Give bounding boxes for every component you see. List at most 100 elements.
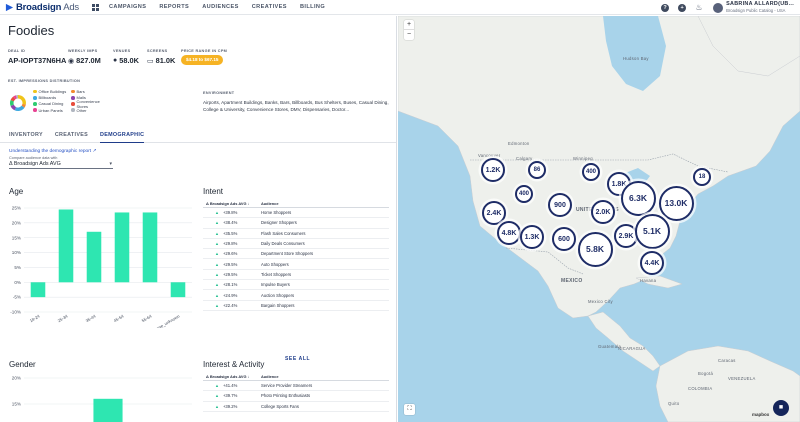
table-row[interactable]: ▲ +39.8% Home Shoppers bbox=[203, 208, 389, 219]
avatar[interactable] bbox=[713, 2, 724, 13]
bar[interactable] bbox=[93, 398, 123, 422]
trend-up-icon: ▲ bbox=[215, 220, 219, 226]
legend-swatch bbox=[71, 108, 75, 112]
deal-id-value: AP-IOPT37N6HA bbox=[8, 56, 67, 65]
trend-up-icon: ▲ bbox=[215, 383, 219, 389]
compare-label: Compare audience data with bbox=[9, 156, 58, 160]
bar[interactable] bbox=[58, 209, 74, 283]
audience-name: Flash Sales Consumers bbox=[261, 230, 306, 236]
broadsign-logo[interactable]: Broadsign Ads bbox=[5, 0, 79, 15]
legend-item: Office Buildings bbox=[33, 89, 71, 94]
nav-creatives[interactable]: CREATIVES bbox=[252, 4, 287, 10]
tab-inventory[interactable]: INVENTORY bbox=[9, 129, 43, 143]
map-place-label: NICARAGUA bbox=[618, 346, 646, 351]
mapbox-credit[interactable]: mapbox bbox=[752, 412, 769, 417]
delta-value: +39.2% bbox=[222, 403, 238, 409]
table-row[interactable]: ▲ +24.9% Auction Shoppers bbox=[203, 290, 389, 301]
venue-cluster-marker[interactable]: 13.0K bbox=[658, 185, 694, 221]
legend-label: Urban Panels bbox=[38, 107, 63, 113]
table-row[interactable]: ▲ +29.5% Ticket Shoppers bbox=[203, 270, 389, 281]
audience-name: Impulse Buyers bbox=[261, 282, 290, 288]
table-row[interactable]: ▲ +38.4% Designer Shoppers bbox=[203, 218, 389, 229]
bar[interactable] bbox=[142, 212, 158, 283]
table-row[interactable]: ▲ +39.7% Photo Printing Enthusiasts bbox=[203, 391, 389, 402]
delta-value: +38.4% bbox=[222, 220, 238, 226]
table-row[interactable]: ▲ +29.8% Daily Deals Consumers bbox=[203, 239, 389, 250]
legend-label: Other bbox=[76, 107, 87, 113]
audience-name: Ticket Shoppers bbox=[261, 271, 292, 277]
table-row[interactable]: ▲ +29.6% Department Store Shoppers bbox=[203, 249, 389, 260]
delta-value: +39.8% bbox=[222, 210, 238, 216]
table-row[interactable]: ▲ +22.4% Bargain Shoppers bbox=[203, 301, 389, 311]
bar[interactable] bbox=[170, 282, 186, 298]
tab-creatives[interactable]: CREATIVES bbox=[55, 129, 88, 143]
chat-support-button[interactable]: ■ bbox=[773, 400, 789, 416]
venue-cluster-marker[interactable]: 2.4K bbox=[482, 201, 506, 225]
nav-campaigns[interactable]: CAMPAIGNS bbox=[109, 4, 146, 10]
user-menu[interactable]: SABRINA ALLARD(UB... Broadsign Public Ca… bbox=[726, 1, 794, 13]
venue-cluster-marker[interactable]: 86 bbox=[528, 161, 546, 179]
trend-up-icon: ▲ bbox=[215, 251, 219, 257]
nav-reports[interactable]: REPORTS bbox=[159, 4, 189, 10]
nav-audiences[interactable]: AUDIENCES bbox=[202, 4, 239, 10]
venue-cluster-marker[interactable]: 400 bbox=[582, 163, 600, 181]
delta-value: +28.1% bbox=[222, 282, 238, 288]
deal-detail-panel[interactable]: Foodies DEAL ID AP-IOPT37N6HA WEEKLY IMP… bbox=[0, 16, 397, 422]
y-tick-label: -10% bbox=[10, 310, 21, 315]
table-row[interactable]: ▲ +39.2% College Sports Fans bbox=[203, 402, 389, 412]
sortable-column-header[interactable]: Δ Broadsign Ads AVG ↓ bbox=[203, 201, 261, 206]
central-america bbox=[587, 311, 661, 372]
pin-icon: ● bbox=[113, 57, 118, 64]
legend-swatch bbox=[33, 108, 37, 112]
legend-swatch bbox=[33, 96, 37, 100]
bar[interactable] bbox=[86, 231, 102, 283]
venue-cluster-marker[interactable]: 900 bbox=[548, 193, 572, 217]
zoom-out-button[interactable]: − bbox=[404, 30, 414, 40]
map-place-label: Bogotá bbox=[698, 371, 714, 376]
audience-name: Photo Printing Enthusiasts bbox=[261, 393, 311, 399]
see-all-button[interactable]: SEE ALL bbox=[285, 356, 310, 362]
table-row[interactable]: ▲ +35.5% Flash Sales Consumers bbox=[203, 229, 389, 239]
audience-name: Department Store Shoppers bbox=[261, 251, 314, 257]
table-row[interactable]: ▲ +29.5% Auto Shoppers bbox=[203, 259, 389, 270]
x-tick-label: 35-44 bbox=[85, 313, 97, 323]
venue-cluster-marker[interactable]: 600 bbox=[552, 227, 576, 251]
y-tick-label: 20% bbox=[12, 220, 21, 225]
zoom-in-button[interactable]: + bbox=[404, 20, 414, 30]
venue-cluster-marker[interactable]: 5.8K bbox=[577, 231, 613, 267]
y-tick-label: 15% bbox=[12, 402, 21, 407]
x-tick-label: 25-34 bbox=[57, 313, 69, 323]
interest-table: Δ Broadsign Ads AVG ↓ Audience ▲ +41.4% Serv… bbox=[203, 372, 389, 412]
table-row[interactable]: ▲ +41.4% Service Provider Streamers bbox=[203, 381, 389, 392]
bar[interactable] bbox=[114, 212, 130, 283]
add-icon[interactable]: + bbox=[678, 3, 687, 12]
nav-billing[interactable]: BILLING bbox=[300, 4, 325, 10]
venue-cluster-marker[interactable]: 4.8K bbox=[497, 221, 521, 245]
delta-value: +29.8% bbox=[222, 241, 238, 247]
sortable-column-header[interactable]: Δ Broadsign Ads AVG ↓ bbox=[203, 374, 261, 379]
notifications-icon[interactable]: ♨ bbox=[695, 3, 703, 12]
apps-grid-icon[interactable] bbox=[91, 3, 99, 11]
map-place-label: Winnipeg bbox=[573, 156, 593, 161]
tab-demographic[interactable]: DEMOGRAPHIC bbox=[100, 129, 145, 143]
fullscreen-button[interactable]: ⛶ bbox=[404, 404, 415, 415]
legend-item: Other bbox=[71, 108, 109, 113]
venue-cluster-marker[interactable]: 5.1K bbox=[634, 213, 670, 249]
fullscreen-icon: ⛶ bbox=[407, 406, 412, 412]
y-tick-label: 20% bbox=[12, 376, 21, 381]
help-icon[interactable]: ? bbox=[661, 3, 670, 12]
venue-cluster-marker[interactable]: 2.0K bbox=[591, 200, 615, 224]
venue-cluster-marker[interactable]: 400 bbox=[515, 185, 533, 203]
venue-cluster-marker[interactable]: 6.3K bbox=[620, 180, 656, 216]
venue-cluster-marker[interactable]: 1.3K bbox=[520, 225, 544, 249]
bar[interactable] bbox=[30, 282, 46, 298]
venue-cluster-marker[interactable]: 4.4K bbox=[640, 251, 664, 275]
intent-table: Δ Broadsign Ads AVG ↓ Audience ▲ +39.8% Home… bbox=[203, 199, 389, 311]
audience-column-header: Audience bbox=[261, 373, 279, 379]
table-row[interactable]: ▲ +28.1% Impulse Buyers bbox=[203, 280, 389, 291]
venue-map[interactable]: EdmontonCalgaryVancouverUNITED STATESMEX… bbox=[398, 16, 800, 422]
venue-cluster-marker[interactable]: 1.2K bbox=[481, 158, 505, 182]
demographic-report-link[interactable]: Understanding the demographic report ↗ bbox=[9, 149, 97, 154]
venue-cluster-marker[interactable]: 18 bbox=[693, 168, 711, 186]
compare-select[interactable]: Δ Broadsign Ads AVG ▾ bbox=[9, 161, 113, 169]
